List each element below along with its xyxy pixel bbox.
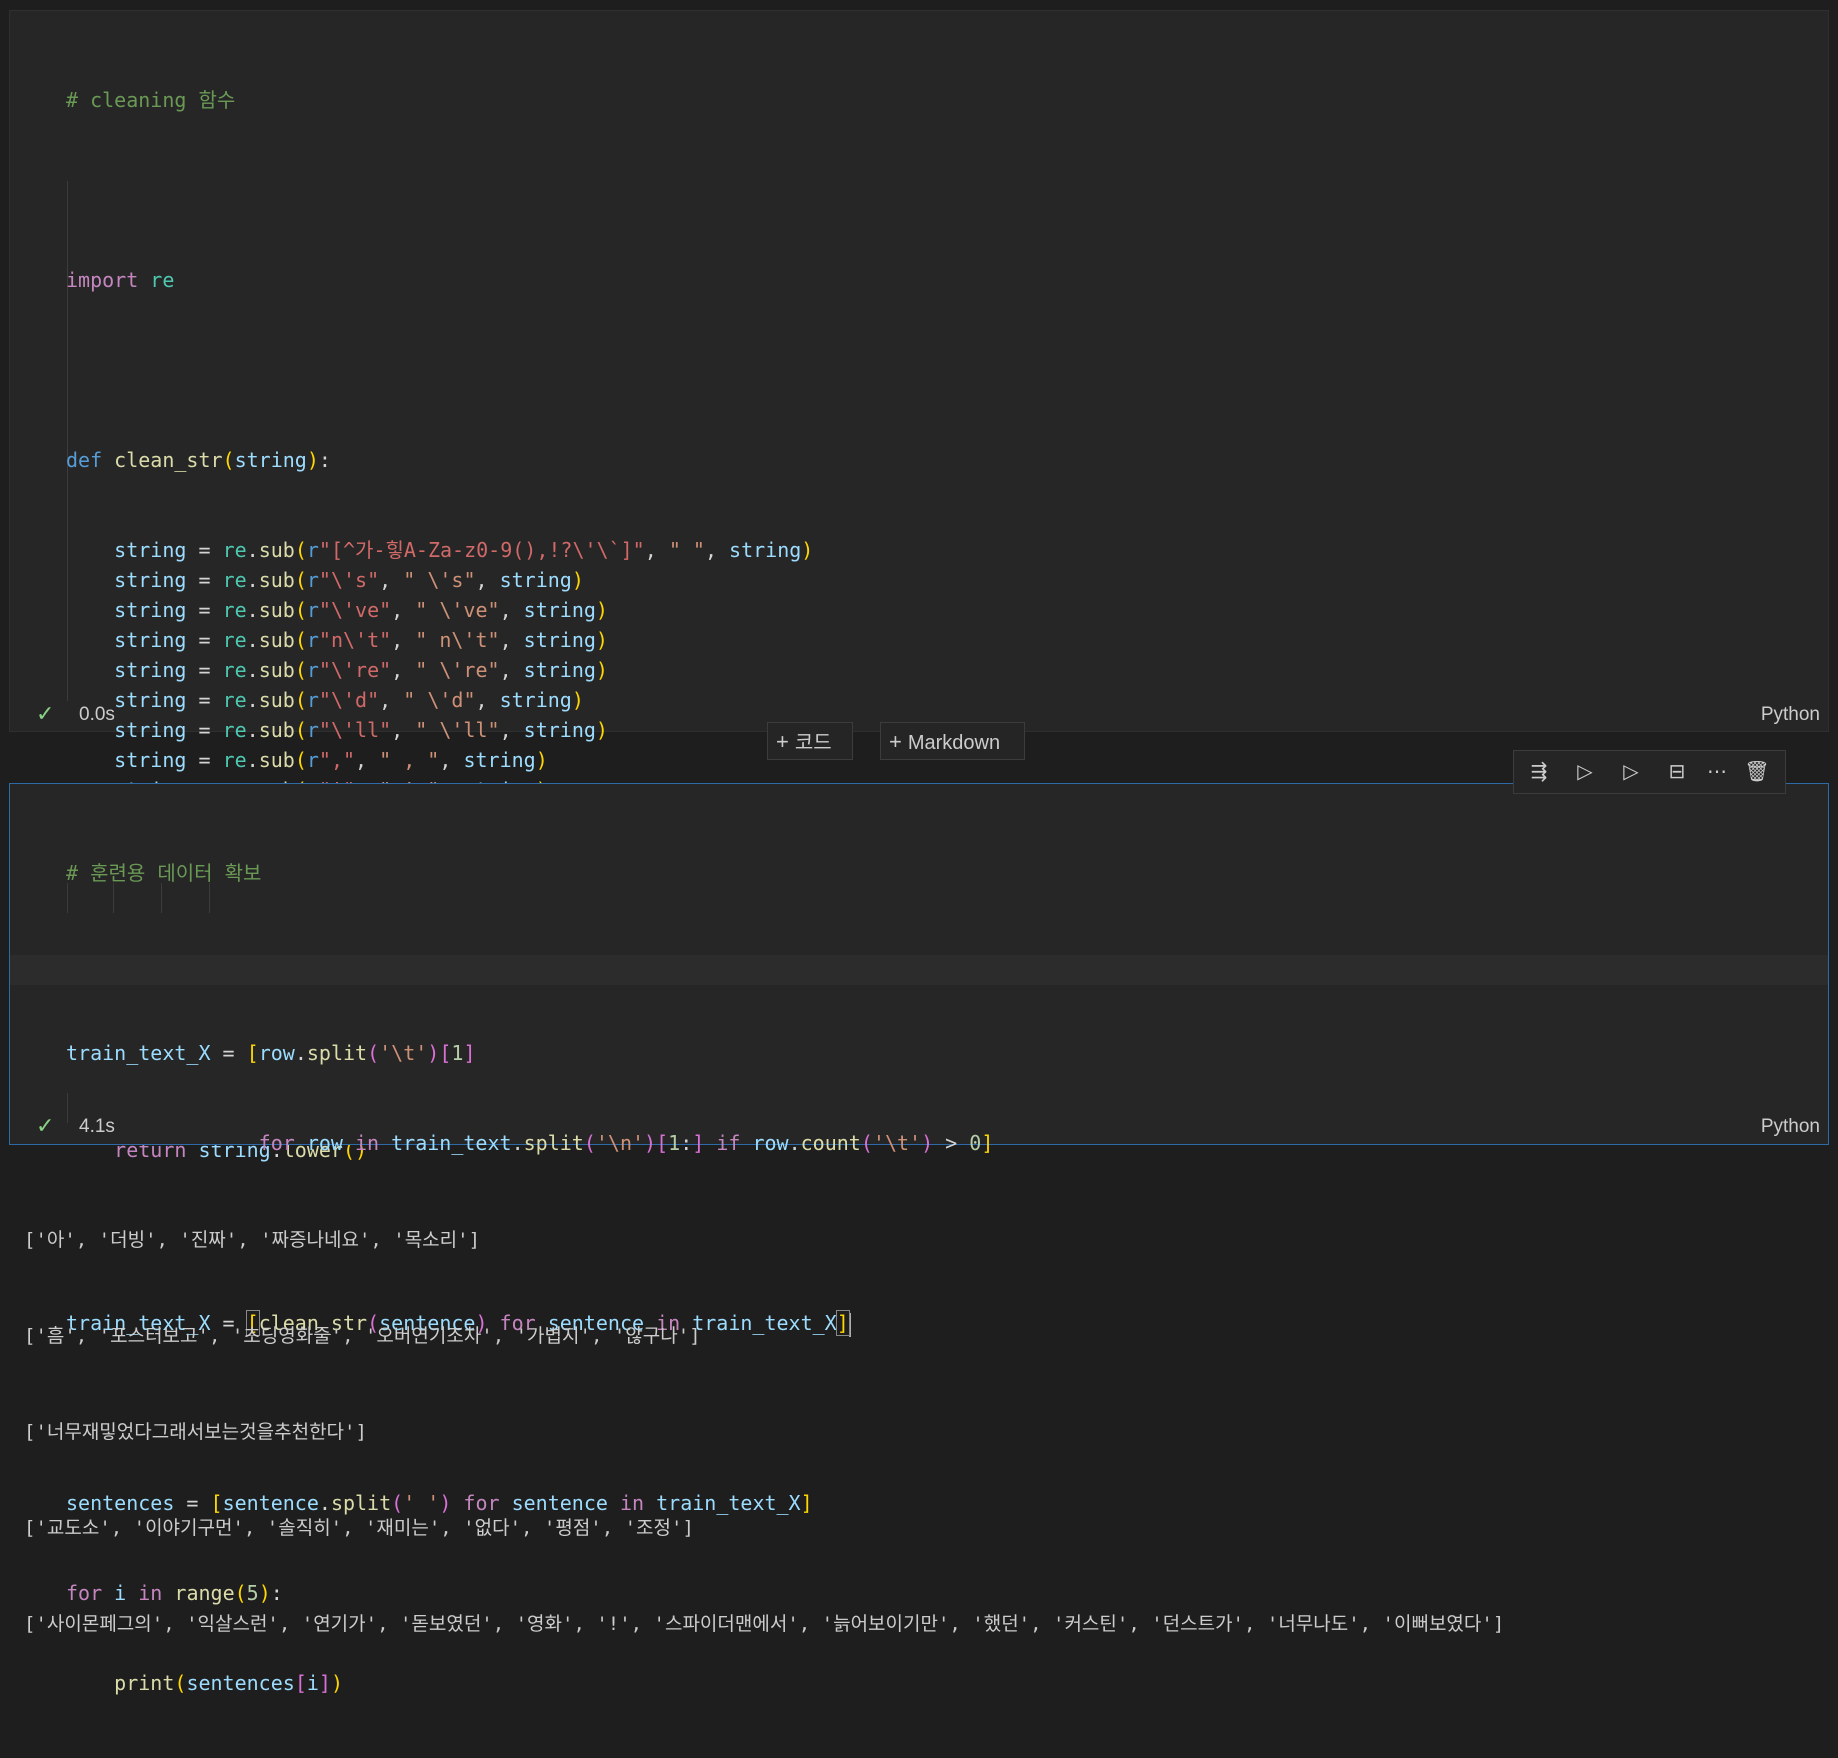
language-label[interactable]: Python bbox=[1761, 704, 1820, 726]
plus-icon: + bbox=[776, 729, 789, 754]
plus-icon: + bbox=[889, 729, 902, 754]
add-markdown-cell-button[interactable]: + Markdown bbox=[880, 722, 1025, 760]
add-code-cell-button[interactable]: + 코드 bbox=[767, 722, 853, 760]
code-line: string = re.sub(r"[^가-힣A-Za-z0-9(),!?\'\… bbox=[114, 538, 814, 562]
execute-above-icon[interactable]: ▷ bbox=[1570, 759, 1600, 785]
split-cell-icon[interactable]: ⊟ bbox=[1662, 759, 1692, 785]
code-cell-2[interactable]: # 훈련용 데이터 확보 train_text_X = [row.split('… bbox=[9, 783, 1829, 1695]
code-comment: # cleaning 함수 bbox=[66, 88, 236, 112]
language-label[interactable]: Python bbox=[1761, 1116, 1820, 1138]
run-by-line-icon[interactable]: ⇶ bbox=[1524, 759, 1554, 785]
delete-cell-icon[interactable]: 🗑 bbox=[1742, 759, 1772, 785]
code-line: string = re.sub(r"\'s", " \'s", string) bbox=[114, 568, 584, 592]
execution-time: 0.0s bbox=[79, 704, 115, 725]
cell-2-output: ['아', '더빙', '진짜', '짜증나네요', '목소리'] ['흠', … bbox=[24, 1160, 1504, 1672]
output-line: ['아', '더빙', '진짜', '짜증나네요', '목소리'] bbox=[24, 1229, 481, 1251]
code-line: string = re.sub(r"\'ve", " \'ve", string… bbox=[114, 598, 608, 622]
code-line: string = re.sub(r"n\'t", " n\'t", string… bbox=[114, 628, 608, 652]
cell-toolbar: ⇶ ▷ ▷ ⊟ ⋯ 🗑 bbox=[1513, 750, 1786, 794]
check-icon: ✓ bbox=[36, 1113, 55, 1138]
check-icon: ✓ bbox=[36, 701, 55, 726]
code-line: string = re.sub(r"\'re", " \'re", string… bbox=[114, 658, 608, 682]
execution-time: 4.1s bbox=[79, 1116, 115, 1137]
output-line: ['교도소', '이야기구먼', '솔직히', '재미는', '없다', '평점… bbox=[24, 1517, 694, 1539]
cell-2-status: ✓ 4.1s Python bbox=[10, 1113, 1828, 1143]
output-line: ['흠', '포스터보고', '초딩영화줄', '오버연기조차', '가볍지',… bbox=[24, 1325, 701, 1347]
output-line: ['사이몬페그의', '익살스런', '연기가', '돋보였던', '영화', … bbox=[24, 1613, 1505, 1635]
more-actions-icon[interactable]: ⋯ bbox=[1702, 759, 1732, 785]
execute-below-icon[interactable]: ▷ bbox=[1616, 759, 1646, 785]
code-line: string = re.sub(r",", " , ", string) bbox=[114, 748, 548, 772]
code-comment: # 훈련용 데이터 확보 bbox=[66, 861, 262, 885]
output-line: ['너무재밓었다그래서보는것을추천한다'] bbox=[24, 1421, 367, 1443]
code-cell-1[interactable]: # cleaning 함수 import re def clean_str(st… bbox=[9, 10, 1829, 1162]
